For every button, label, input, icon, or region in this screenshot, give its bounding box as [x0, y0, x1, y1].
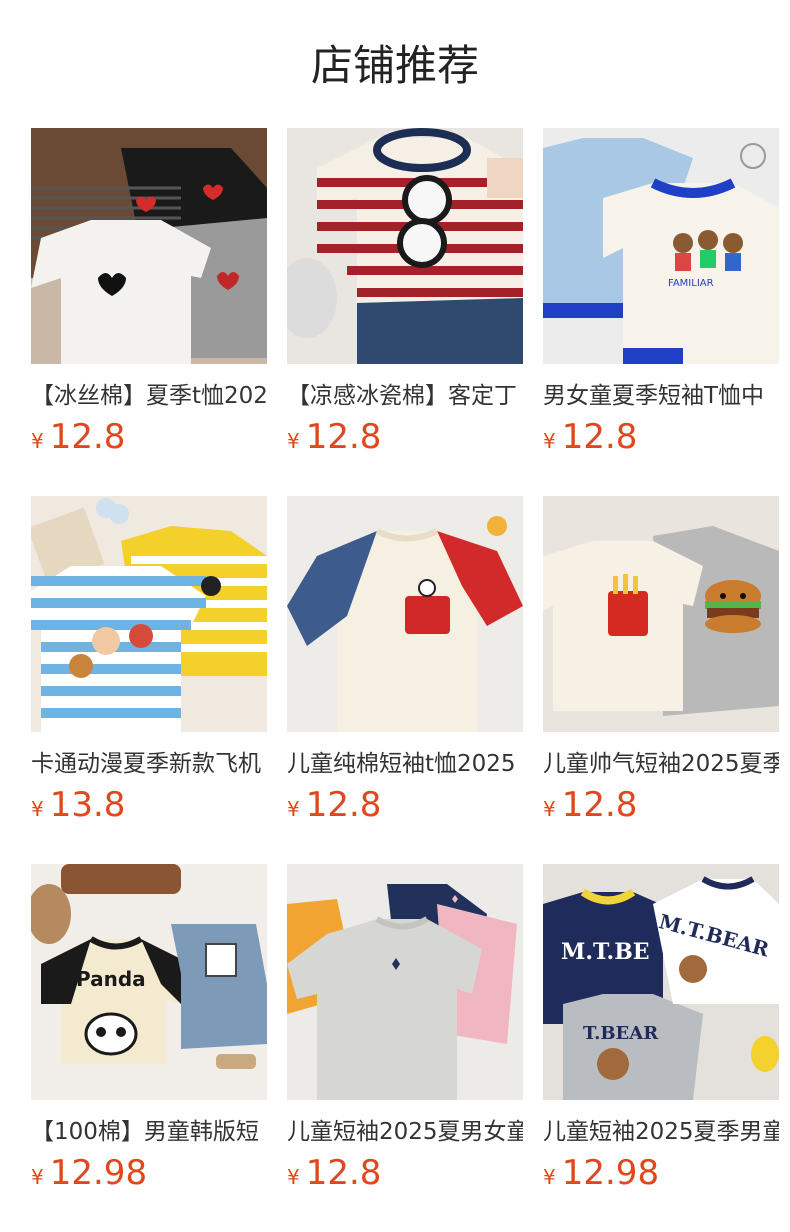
- currency-symbol: ¥: [543, 1165, 556, 1189]
- price-value: 12.8: [305, 1153, 382, 1193]
- svg-text:T.BEAR: T.BEAR: [583, 1023, 659, 1044]
- product-image[interactable]: [31, 128, 267, 364]
- product-name[interactable]: 【冰丝棉】夏季t恤2025: [31, 381, 267, 411]
- product-card[interactable]: 儿童帅气短袖2025夏季 ¥12.8: [543, 496, 779, 864]
- product-name[interactable]: 男女童夏季短袖T恤中: [543, 381, 779, 411]
- currency-symbol: ¥: [543, 429, 556, 453]
- svg-text:M.T.BE: M.T.BE: [561, 939, 650, 965]
- currency-symbol: ¥: [31, 797, 44, 821]
- price-value: 12.98: [561, 1153, 660, 1193]
- product-name[interactable]: 【100棉】男童韩版短: [31, 1117, 267, 1147]
- product-name[interactable]: 【凉感冰瓷棉】客定丁: [287, 381, 523, 411]
- product-card[interactable]: FAMILIAR 男女童夏季短袖T恤中 ¥12.8: [543, 128, 779, 496]
- product-image[interactable]: Panda: [31, 864, 267, 1100]
- price-value: 12.8: [561, 417, 638, 457]
- svg-text:FAMILIAR: FAMILIAR: [668, 278, 714, 289]
- product-card[interactable]: M.T.BE M.T.BEAR T.BEAR 儿童短袖2025夏季男童 ¥12.…: [543, 864, 779, 1232]
- product-image[interactable]: [543, 496, 779, 732]
- price-value: 12.98: [49, 1153, 148, 1193]
- product-price: ¥12.8: [287, 785, 523, 825]
- price-value: 13.8: [49, 785, 126, 825]
- product-price: ¥12.8: [287, 1153, 523, 1193]
- price-value: 12.8: [305, 417, 382, 457]
- price-value: 12.8: [305, 785, 382, 825]
- product-card[interactable]: 【冰丝棉】夏季t恤2025 ¥12.8: [31, 128, 267, 496]
- product-card[interactable]: Panda 【100棉】男童韩版短 ¥12.98: [31, 864, 267, 1232]
- product-image[interactable]: [287, 864, 523, 1100]
- product-image[interactable]: [287, 496, 523, 732]
- product-name[interactable]: 儿童短袖2025夏男女童: [287, 1117, 523, 1147]
- page-title: 店铺推荐: [310, 41, 479, 90]
- product-price: ¥12.8: [287, 417, 523, 457]
- product-price: ¥13.8: [31, 785, 267, 825]
- product-name[interactable]: 儿童短袖2025夏季男童: [543, 1117, 779, 1147]
- product-image[interactable]: FAMILIAR: [543, 128, 779, 364]
- product-card[interactable]: 【凉感冰瓷棉】客定丁 ¥12.8: [287, 128, 523, 496]
- product-price: ¥12.98: [31, 1153, 267, 1193]
- product-card[interactable]: 儿童短袖2025夏男女童 ¥12.8: [287, 864, 523, 1232]
- price-value: 12.8: [561, 785, 638, 825]
- product-card[interactable]: 儿童纯棉短袖t恤2025 ¥12.8: [287, 496, 523, 864]
- product-price: ¥12.8: [543, 785, 779, 825]
- product-price: ¥12.98: [543, 1153, 779, 1193]
- product-name[interactable]: 儿童纯棉短袖t恤2025: [287, 749, 523, 779]
- store-recommendations-page: 店铺推荐 【冰丝棉】夏季t恤2025 ¥ 12.8 【凉感冰瓷棉】客定丁 ¥ 1…: [0, 0, 790, 1232]
- currency-symbol: ¥: [31, 429, 44, 453]
- product-image[interactable]: M.T.BE M.T.BEAR T.BEAR: [543, 864, 779, 1100]
- currency-symbol: ¥: [287, 797, 300, 821]
- product-price: ¥12.8: [543, 417, 779, 457]
- product-grid: 【冰丝棉】夏季t恤2025 ¥12.8 【凉感冰瓷棉】客定丁 ¥ 12.8 FA…: [31, 128, 790, 1232]
- svg-text:Panda: Panda: [76, 967, 146, 991]
- product-image[interactable]: [31, 496, 267, 732]
- product-name[interactable]: 卡通动漫夏季新款飞机: [31, 749, 267, 779]
- product-name[interactable]: 儿童帅气短袖2025夏季: [543, 749, 779, 779]
- currency-symbol: ¥: [287, 429, 300, 453]
- product-image[interactable]: [287, 128, 523, 364]
- price-value: 12.8: [49, 417, 126, 457]
- currency-symbol: ¥: [287, 1165, 300, 1189]
- product-price: ¥12.8: [31, 417, 267, 457]
- currency-symbol: ¥: [543, 797, 556, 821]
- currency-symbol: ¥: [31, 1165, 44, 1189]
- product-card[interactable]: 卡通动漫夏季新款飞机 ¥13.8: [31, 496, 267, 864]
